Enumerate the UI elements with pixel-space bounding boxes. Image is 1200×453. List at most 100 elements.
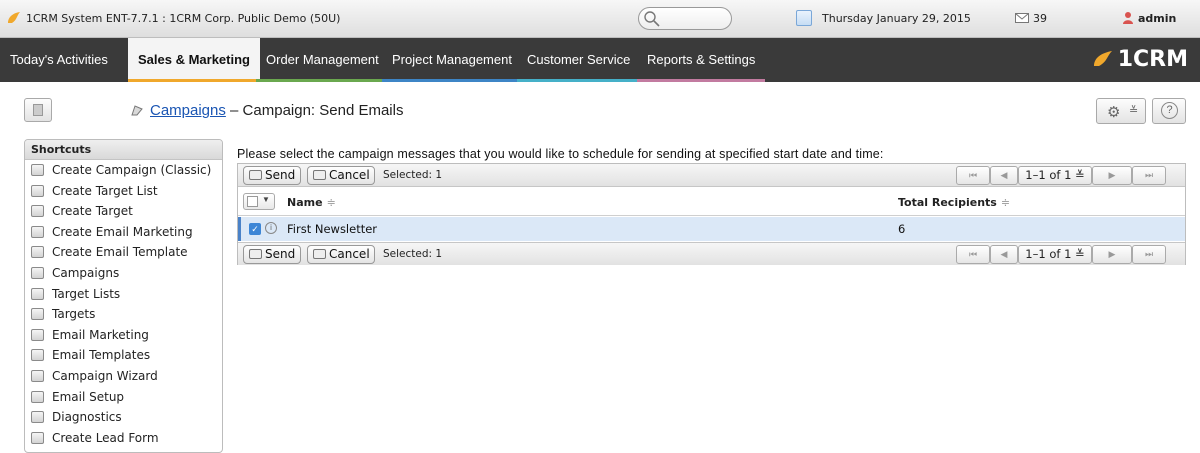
shortcut-label: Target Lists <box>52 286 121 301</box>
tab-reports-settings[interactable]: Reports & Settings <box>637 38 766 82</box>
last-page-button[interactable]: ⏭ <box>1132 166 1166 185</box>
tab-color-bar <box>256 79 389 82</box>
email-template-icon <box>31 246 44 259</box>
shortcut-campaign-wizard[interactable]: Campaign Wizard <box>25 366 222 387</box>
app-title: 1CRM System ENT-7.7.1 : 1CRM Corp. Publi… <box>26 12 341 25</box>
shortcut-email-templates[interactable]: Email Templates <box>25 345 222 366</box>
sort-icon: ≑ <box>326 196 336 209</box>
column-label: Name <box>287 196 323 209</box>
shortcut-label: Create Email Marketing <box>52 224 193 239</box>
shortcut-label: Email Marketing <box>52 327 149 342</box>
shortcut-targets[interactable]: Targets <box>25 304 222 325</box>
search-icon <box>644 11 660 27</box>
row-checkbox[interactable]: ✓ <box>249 223 261 235</box>
diagnostics-icon <box>31 411 44 424</box>
help-button[interactable]: ? <box>1152 98 1186 124</box>
last-page-button[interactable]: ⏭ <box>1132 245 1166 264</box>
shortcut-create-target-list[interactable]: Create Target List <box>25 181 222 202</box>
page-range-dropdown[interactable]: 1–1 of 1 ≚ <box>1018 166 1092 185</box>
select-all-dropdown[interactable]: ▼ <box>243 193 275 210</box>
campaign-icon <box>31 266 44 279</box>
chevron-down-icon: ▼ <box>262 195 270 204</box>
table-row[interactable]: ✓ i First Newsletter 6 <box>238 217 1185 241</box>
chevron-down-icon: ≚ <box>1129 105 1139 117</box>
shortcut-create-email-template[interactable]: Create Email Template <box>25 242 222 263</box>
selected-count: Selected: 1 <box>383 169 443 181</box>
calendar-icon[interactable] <box>796 10 812 26</box>
send-label: Send <box>265 168 296 182</box>
tab-label: Project Management <box>392 52 512 67</box>
shortcuts-header: Shortcuts <box>25 140 222 160</box>
tab-sales-marketing[interactable]: Sales & Marketing <box>128 38 260 82</box>
shortcut-diagnostics[interactable]: Diagnostics <box>25 407 222 428</box>
page-range-dropdown[interactable]: 1–1 of 1 ≚ <box>1018 245 1092 264</box>
user-icon[interactable] <box>1122 11 1134 25</box>
email-marketing-icon <box>31 328 44 341</box>
user-name[interactable]: admin <box>1138 12 1176 25</box>
shortcut-label: Create Target List <box>52 183 158 198</box>
search-field[interactable] <box>638 7 732 30</box>
gear-icon: ⚙ <box>1107 104 1121 121</box>
list-toolbar-bottom: Send Cancel Selected: 1 ⏮ ◀ 1–1 of 1 ≚ ▶… <box>238 242 1185 265</box>
lead-form-icon <box>31 431 44 444</box>
shortcut-create-lead-form[interactable]: Create Lead Form <box>25 428 222 449</box>
tab-label: Order Management <box>266 52 379 67</box>
list-toolbar-top: Send Cancel Selected: 1 ⏮ ◀ 1–1 of 1 ≚ ▶… <box>238 164 1185 187</box>
campaign-messages-list: Send Cancel Selected: 1 ⏮ ◀ 1–1 of 1 ≚ ▶… <box>237 163 1186 265</box>
shortcut-target-lists[interactable]: Target Lists <box>25 284 222 305</box>
shortcut-label: Create Campaign (Classic) <box>52 163 212 177</box>
sidebar-toggle-button[interactable] <box>24 98 52 122</box>
tab-label: Today's Activities <box>10 52 108 67</box>
shortcut-create-target[interactable]: Create Target <box>25 201 222 222</box>
wizard-icon <box>31 369 44 382</box>
first-page-button[interactable]: ⏮ <box>956 245 990 264</box>
tab-todays-activities[interactable]: Today's Activities <box>0 38 118 82</box>
tab-customer-service[interactable]: Customer Service <box>517 38 641 82</box>
mail-count[interactable]: 39 <box>1033 12 1047 25</box>
mail-icon[interactable] <box>1015 13 1029 23</box>
shortcut-create-email-marketing[interactable]: Create Email Marketing <box>25 222 222 243</box>
column-label: Total Recipients <box>898 196 997 209</box>
tab-color-bar <box>128 79 260 82</box>
next-page-button[interactable]: ▶ <box>1092 245 1132 264</box>
shortcut-create-campaign-classic[interactable]: Create Campaign (Classic) <box>25 160 222 181</box>
tab-project-management[interactable]: Project Management <box>382 38 522 82</box>
settings-menu-button[interactable]: ⚙ ≚ <box>1096 98 1146 124</box>
cancel-button[interactable]: Cancel <box>307 166 375 185</box>
tab-order-management[interactable]: Order Management <box>256 38 389 82</box>
checkbox <box>247 196 258 207</box>
shortcut-label: Campaign Wizard <box>52 368 158 383</box>
send-button[interactable]: Send <box>243 245 301 264</box>
panel-icon <box>33 104 43 116</box>
current-date[interactable]: Thursday January 29, 2015 <box>822 12 971 25</box>
shortcut-email-setup[interactable]: Email Setup <box>25 387 222 408</box>
prev-page-button[interactable]: ◀ <box>990 166 1018 185</box>
app-logo-icon <box>8 12 20 23</box>
email-setup-icon <box>31 390 44 403</box>
shortcut-campaigns[interactable]: Campaigns <box>25 263 222 284</box>
tab-color-bar <box>382 79 522 82</box>
cancel-label: Cancel <box>329 247 370 261</box>
send-label: Send <box>265 247 296 261</box>
column-header-name[interactable]: Name ≑ <box>287 196 336 209</box>
table-header: ▼ Name ≑ Total Recipients ≑ <box>238 188 1185 216</box>
shortcut-label: Targets <box>52 307 96 322</box>
brand-logo[interactable]: 1CRM <box>1093 47 1188 72</box>
tab-label: Customer Service <box>527 52 631 67</box>
next-page-button[interactable]: ▶ <box>1092 166 1132 185</box>
first-page-button[interactable]: ⏮ <box>956 166 990 185</box>
help-icon: ? <box>1161 102 1178 119</box>
prev-page-button[interactable]: ◀ <box>990 245 1018 264</box>
cancel-button[interactable]: Cancel <box>307 245 375 264</box>
target-list-icon <box>31 184 44 197</box>
envelope-icon <box>249 170 262 180</box>
column-header-total-recipients[interactable]: Total Recipients ≑ <box>898 196 1010 209</box>
send-button[interactable]: Send <box>243 166 301 185</box>
target-icon <box>31 205 44 218</box>
info-icon[interactable]: i <box>265 222 277 234</box>
target-list-icon <box>31 287 44 300</box>
breadcrumb-campaigns-link[interactable]: Campaigns <box>150 102 226 119</box>
title-bar: 1CRM System ENT-7.7.1 : 1CRM Corp. Publi… <box>0 0 1200 38</box>
email-marketing-icon <box>31 225 44 238</box>
shortcut-email-marketing[interactable]: Email Marketing <box>25 325 222 346</box>
